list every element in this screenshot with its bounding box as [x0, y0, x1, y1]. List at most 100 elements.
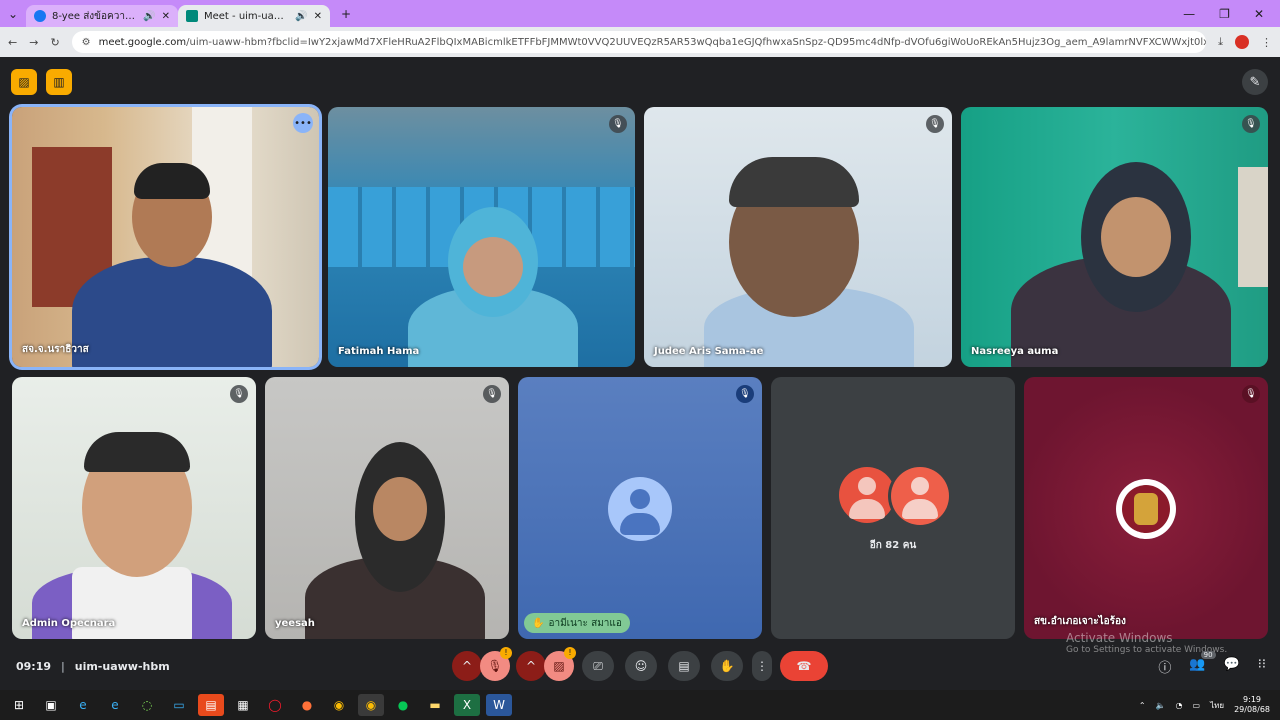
chrome-icon[interactable]: ◉	[326, 694, 352, 716]
participant-video	[265, 377, 509, 639]
meet-icon	[186, 10, 198, 22]
forward-icon[interactable]: →	[29, 36, 38, 49]
line-icon[interactable]: ●	[390, 694, 416, 716]
ie-icon[interactable]: e	[102, 694, 128, 716]
participant-tile[interactable]: 🎙 Judee Aris Sama-ae	[644, 107, 952, 367]
mic-off-icon: 🎙	[609, 115, 627, 133]
people-icon[interactable]: 👥 90	[1189, 650, 1216, 676]
edge-icon[interactable]: e	[70, 694, 96, 716]
tab-meet[interactable]: Meet - uim-uaww-hbm 🔊 ✕	[178, 5, 330, 27]
participant-tile[interactable]: 🎙 Admin Opecnara	[12, 377, 256, 639]
meet-stage: ▨ ▥ ✎ ••• สจ.จ.นราธิวาส 🎙 Fatimah Hama �	[0, 57, 1280, 690]
tab-title: Meet - uim-uaww-hbm	[204, 10, 289, 22]
close-window-icon[interactable]: ✕	[1254, 7, 1264, 21]
participant-name: Judee Aris Sama-ae	[654, 346, 764, 357]
participant-tile[interactable]: 🎙 สข.อำเภอเจาะไอร้อง	[1024, 377, 1268, 639]
firefox-icon[interactable]: ●	[294, 694, 320, 716]
excel-icon[interactable]: X	[454, 694, 480, 716]
participant-name: สข.อำเภอเจาะไอร้อง	[1034, 616, 1126, 627]
url-path: /uim-uaww-hbm?fbclid=IwY2xjawMd7XFleHRuA…	[186, 36, 1207, 48]
close-tab-icon[interactable]: ✕	[162, 11, 170, 22]
tab-title: 8-yee ส่งข้อความถึงคุณ	[52, 10, 138, 22]
chrome-active-icon[interactable]: ◉	[358, 694, 384, 716]
participant-name: Nasreeya auma	[971, 346, 1059, 357]
tab-facebook[interactable]: 8-yee ส่งข้อความถึงคุณ 🔊 ✕	[26, 5, 178, 27]
app-icon[interactable]: ▭	[166, 694, 192, 716]
avatar	[891, 467, 949, 525]
participant-tile[interactable]: 🎙 yeesah	[265, 377, 509, 639]
wifi-icon[interactable]: ◔	[1176, 701, 1183, 710]
warning-badge: !	[564, 647, 576, 659]
word-icon[interactable]: W	[486, 694, 512, 716]
chevron-up-icon[interactable]: ⌃	[1139, 701, 1146, 710]
meeting-time: 09:19	[16, 659, 52, 673]
mic-off-icon: 🎙	[483, 385, 501, 403]
participant-tile[interactable]: 🎙 ✋ อามีเนาะ สมาแอ	[518, 377, 762, 639]
minimize-icon[interactable]: —	[1183, 7, 1195, 21]
meeting-info: 09:19 | uim-uaww-hbm	[16, 660, 170, 673]
more-vert-icon: ⋮	[756, 659, 768, 673]
participant-name: yeesah	[275, 618, 315, 629]
reactions-button[interactable]: ☺	[625, 651, 657, 681]
participant-video	[644, 107, 952, 367]
participant-name: สจ.จ.นราธิวาส	[22, 344, 89, 355]
participant-name: Fatimah Hama	[338, 346, 420, 357]
mic-toggle-button[interactable]: 🎙 !	[480, 647, 512, 681]
camera-off-icon: ▨	[553, 659, 565, 673]
url-field[interactable]: ⚙ meet.google.com/uim-uaww-hbm?fbclid=Iw…	[71, 31, 1207, 53]
language-indicator[interactable]: ไทย	[1210, 699, 1224, 712]
reload-icon[interactable]: ↻	[50, 36, 59, 49]
site-info-icon[interactable]: ⚙	[82, 37, 91, 48]
participant-count-badge: 90	[1200, 650, 1216, 659]
mic-off-icon: 🎙	[1242, 115, 1260, 133]
restore-icon[interactable]: ❐	[1219, 7, 1230, 21]
audio-options-button[interactable]: ^	[452, 651, 482, 681]
others-tile[interactable]: อีก 82 คน	[771, 377, 1015, 639]
address-bar-row: ← → ↻ ⚙ meet.google.com/uim-uaww-hbm?fbc…	[0, 27, 1280, 57]
warning-badge: !	[500, 647, 512, 659]
participant-tile[interactable]: 🎙 Fatimah Hama	[328, 107, 635, 367]
chat-icon[interactable]: 💬	[1224, 657, 1240, 676]
clock[interactable]: 9:19 29/08/68	[1234, 695, 1270, 715]
volume-icon[interactable]: 🔈	[1156, 701, 1166, 710]
profile-icon[interactable]	[1235, 35, 1249, 49]
menu-icon[interactable]: ⋮	[1261, 36, 1272, 49]
captions-button[interactable]: ▤	[668, 651, 700, 681]
mic-off-icon: 🎙	[487, 659, 503, 673]
participant-tile[interactable]: ••• สจ.จ.นราธิวาส	[12, 107, 319, 367]
task-view-icon[interactable]: ▣	[38, 694, 64, 716]
video-options-button[interactable]: ^	[516, 651, 546, 681]
raise-hand-button[interactable]: ✋	[711, 651, 743, 681]
opera-icon[interactable]: ◯	[262, 694, 288, 716]
layout-icon[interactable]: ▥	[46, 69, 72, 95]
calculator-icon[interactable]: ▦	[230, 694, 256, 716]
notification-icon[interactable]: ▭	[1193, 701, 1201, 710]
present-screen-button[interactable]: ⎚	[582, 651, 614, 681]
tab-search-button[interactable]: ⌄	[3, 3, 23, 25]
participant-tile[interactable]: 🎙 Nasreeya auma	[961, 107, 1268, 367]
divider: |	[60, 659, 65, 673]
clock-date: 29/08/68	[1234, 705, 1270, 714]
new-tab-button[interactable]: +	[333, 3, 359, 25]
file-explorer-icon[interactable]: ▬	[422, 694, 448, 716]
mic-off-icon: 🎙	[926, 115, 944, 133]
activities-icon[interactable]: ⁝⁝	[1258, 657, 1266, 676]
leave-call-button[interactable]: ☎	[780, 651, 828, 681]
participant-name: Admin Opecnara	[22, 618, 116, 629]
app-icon[interactable]: ◌	[134, 694, 160, 716]
meeting-code: uim-uaww-hbm	[74, 659, 170, 673]
pdf-icon[interactable]: ▤	[198, 694, 224, 716]
info-icon[interactable]: ⓘ	[1158, 657, 1171, 676]
back-icon[interactable]: ←	[8, 36, 17, 49]
windows-start-icon[interactable]: ⊞	[6, 694, 32, 716]
more-options-button[interactable]: ⋮	[752, 651, 772, 681]
close-tab-icon[interactable]: ✕	[314, 11, 322, 22]
camera-toggle-button[interactable]: ▨ !	[544, 647, 576, 681]
participant-video	[12, 377, 256, 639]
download-icon[interactable]: ⤓	[1218, 35, 1223, 49]
browser-tab-strip: ⌄ 8-yee ส่งข้อความถึงคุณ 🔊 ✕ Meet - uim-…	[0, 0, 1280, 27]
camera-off-icon[interactable]: ▨	[11, 69, 37, 95]
speaker-icon: 🔊	[143, 10, 156, 22]
more-options-icon[interactable]: •••	[293, 113, 313, 133]
edit-pen-icon[interactable]: ✎	[1242, 69, 1268, 95]
